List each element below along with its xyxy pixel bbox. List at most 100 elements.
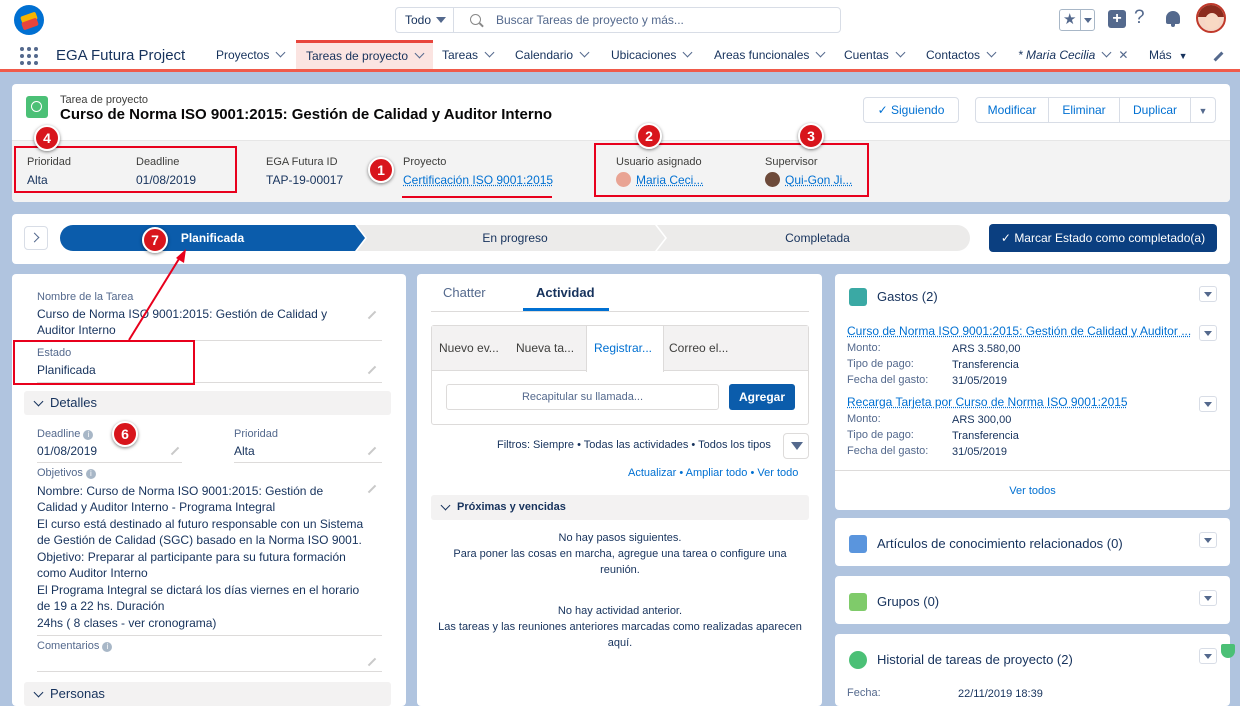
annotation-badge: 2 [636,123,662,149]
row-menu-button[interactable] [1199,325,1217,341]
activity-links: Actualizar • Ampliar todo • Ver todo [628,467,799,479]
nav-item-tareas[interactable]: Tareas [442,40,495,69]
app-launcher-icon[interactable] [20,47,38,65]
chevron-down-icon[interactable] [682,47,693,58]
expense-date-label: Fecha del gasto: [847,374,929,386]
section-people[interactable]: Personas [24,682,391,706]
info-icon[interactable]: i [83,430,94,440]
expand-all-link[interactable]: Ampliar todo [686,467,748,479]
search-scope-select[interactable]: Todo [396,8,454,32]
chevron-down-icon[interactable] [484,47,495,58]
subtab-new-task[interactable]: Nueva ta... [516,326,574,370]
objectives-line: Nombre: Curso de Norma ISO 9001:2015: Ge… [37,484,324,498]
edit-pencil-icon[interactable] [367,310,377,320]
chevron-down-icon[interactable] [414,48,425,59]
groups-title[interactable]: Grupos (0) [877,594,939,609]
view-all-link[interactable]: Ver todo [757,467,798,479]
add-button[interactable]: Agregar [729,384,795,410]
nav-item-ubicaciones[interactable]: Ubicaciones [611,40,693,69]
expense-date-value: 31/05/2019 [952,375,1008,387]
path-stage-en-progreso[interactable]: En progreso [365,225,665,251]
delete-button[interactable]: Eliminar [1048,97,1120,123]
refresh-link[interactable]: Actualizar [628,467,676,479]
card-menu-button[interactable] [1199,532,1217,548]
tab-actividad[interactable]: Actividad [536,285,595,300]
subtab-email[interactable]: Correo el... [669,326,728,370]
nav-item-tareas-de-proyecto[interactable]: Tareas de proyecto [296,40,433,69]
nav-item-proyectos[interactable]: Proyectos [216,40,286,69]
more-actions-button[interactable]: ▼ [1190,97,1216,123]
history-date-value: 22/11/2019 18:39 [958,688,1043,700]
row-menu-button[interactable] [1199,396,1217,412]
objectives-line: como Auditor Interno [37,566,148,580]
chevron-down-icon[interactable] [579,47,590,58]
caret-down-icon[interactable]: ▼ [1179,51,1188,61]
notifications-bell-icon[interactable] [1166,11,1180,27]
nav-item-maria-cecilia[interactable]: * Maria Cecilia ✕ [1018,40,1128,69]
groups-card: Grupos (0) [835,576,1230,624]
chevron-down-icon[interactable] [1101,47,1112,58]
call-summary-input[interactable]: Recapitular su llamada... [446,384,719,410]
card-menu-button[interactable] [1199,286,1217,302]
favorites-button[interactable]: ★ [1059,9,1095,31]
groups-icon [849,593,867,611]
expenses-title[interactable]: Gastos (2) [877,289,938,304]
annotation-badge: 6 [112,421,138,447]
edit-pencil-icon[interactable] [170,446,180,456]
path-stage-completada[interactable]: Completada [665,225,970,251]
tab-chatter[interactable]: Chatter [443,285,486,300]
section-details[interactable]: Detalles [24,391,391,415]
annotation-box-users [594,143,869,197]
edit-pencil-icon[interactable] [367,657,377,667]
payment-type-value: Transferencia [952,430,1019,442]
subtab-new-event[interactable]: Nuevo ev... [439,326,499,370]
project-link[interactable]: Certificación ISO 9001:2015 [403,173,553,187]
card-menu-button[interactable] [1199,648,1217,664]
modify-button[interactable]: Modificar [975,97,1049,123]
favorites-dropdown-icon[interactable] [1080,10,1094,30]
help-icon[interactable]: ? [1134,7,1145,29]
app-logo[interactable] [14,5,44,35]
nav-item-calendario[interactable]: Calendario [515,40,590,69]
nav-item-areas-funcionales[interactable]: Areas funcionales [714,40,826,69]
chevron-down-icon[interactable] [895,47,906,58]
path-toggle-button[interactable] [24,226,48,250]
user-avatar[interactable] [1196,3,1226,33]
payment-type-label: Tipo de pago: [847,358,914,370]
activity-panel: Chatter Actividad Nuevo ev... Nueva ta..… [417,274,822,706]
objectives-line: El Programa Integral se dictará los días… [37,583,360,597]
expense-link[interactable]: Recarga Tarjeta por Curso de Norma ISO 9… [847,395,1128,409]
objectives-line: de 19 a 22 hs. Duración [37,599,165,613]
edit-pencil-icon[interactable] [367,365,377,375]
global-actions-icon[interactable]: + [1108,10,1126,28]
ega-id-label: EGA Futura ID [266,156,338,168]
nav-item-mas[interactable]: Más ▼ [1149,40,1188,69]
follow-button[interactable]: ✓ Siguiendo [863,97,959,123]
edit-pencil-icon[interactable] [367,484,377,494]
chevron-down-icon[interactable] [275,47,286,58]
edit-nav-icon[interactable] [1213,51,1224,62]
view-all-expenses-link[interactable]: Ver todos [835,485,1230,497]
duplicate-button[interactable]: Duplicar [1119,97,1191,123]
section-upcoming[interactable]: Próximas y vencidas [431,495,809,520]
nav-item-contactos[interactable]: Contactos [926,40,997,69]
expense-date-label: Fecha del gasto: [847,445,929,457]
mark-complete-button[interactable]: ✓ Marcar Estado como completado(a) [989,224,1217,252]
search-input[interactable]: Buscar Tareas de proyecto y más... [496,8,684,32]
expense-link[interactable]: Curso de Norma ISO 9001:2015: Gestión de… [847,324,1191,338]
chevron-down-icon[interactable] [986,47,997,58]
chevron-down-icon[interactable] [815,47,826,58]
knowledge-title[interactable]: Artículos de conocimiento relacionados (… [877,536,1123,551]
edit-pencil-icon[interactable] [367,446,377,456]
info-icon[interactable]: i [85,469,96,479]
close-tab-icon[interactable]: ✕ [1118,48,1128,62]
card-menu-button[interactable] [1199,590,1217,606]
filter-button[interactable] [783,433,809,459]
amount-value: ARS 300,00 [952,414,1012,426]
info-icon[interactable]: i [102,642,113,652]
nav-item-cuentas[interactable]: Cuentas [844,40,906,69]
history-title[interactable]: Historial de tareas de proyecto (2) [877,652,1073,667]
path-stage-planificada[interactable]: Planificada [60,225,365,251]
subtab-log-call[interactable]: Registrar... [586,326,664,372]
history-date-label: Fecha: [847,687,881,699]
